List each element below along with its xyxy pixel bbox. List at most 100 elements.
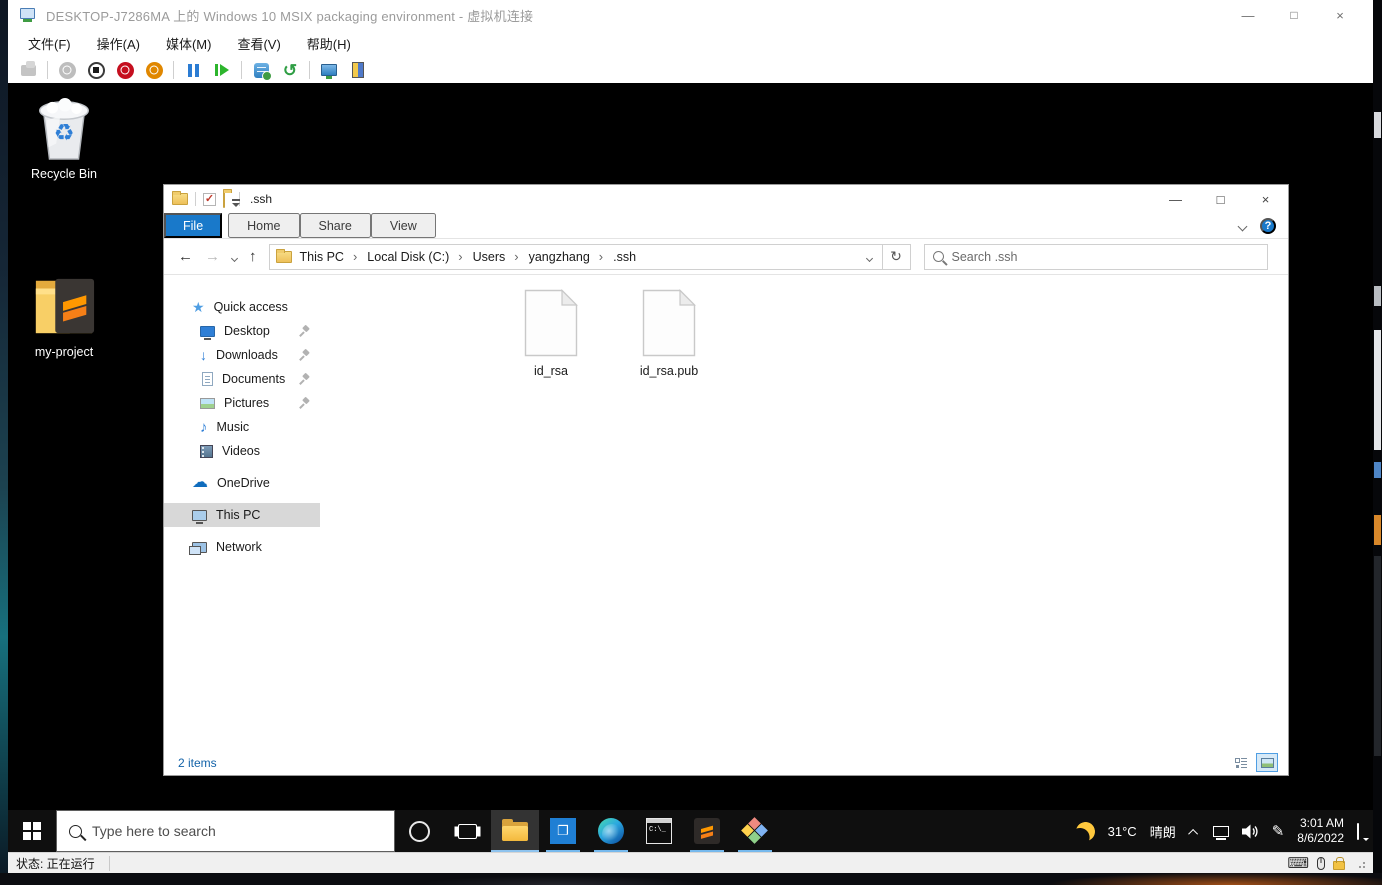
address-bar[interactable]: This PC Local Disk (C:) Users yangzhang … (269, 244, 883, 270)
vm-shutdown-button[interactable] (115, 60, 135, 80)
vm-maximize-button[interactable]: □ (1271, 2, 1317, 28)
sidebar-item-pictures[interactable]: Pictures (164, 391, 320, 415)
refresh-button[interactable]: ↻ (883, 244, 911, 270)
desktop-icon-label: my-project (35, 345, 93, 359)
vm-save-button[interactable] (144, 60, 164, 80)
taskbar-search-box[interactable] (56, 810, 395, 852)
toolbar-separator (47, 61, 48, 79)
sidebar-item-music[interactable]: ♪ Music (164, 415, 320, 439)
taskbar-search-input[interactable] (92, 823, 382, 839)
sidebar-item-videos[interactable]: Videos (164, 439, 320, 463)
file-icon (642, 289, 696, 357)
download-arrow-icon: ↓ (200, 348, 207, 362)
menu-help[interactable]: 帮助(H) (307, 34, 351, 53)
sidebar-item-downloads[interactable]: ↓ Downloads (164, 343, 320, 367)
file-icon (524, 289, 578, 357)
forward-button[interactable]: → (205, 249, 220, 264)
film-icon (200, 445, 213, 458)
task-view-button[interactable] (443, 810, 491, 852)
explorer-minimize-button[interactable]: — (1153, 185, 1198, 213)
document-icon (202, 372, 213, 386)
start-button[interactable] (8, 810, 56, 852)
edge-icon (598, 818, 624, 844)
vm-revert-button[interactable]: ↺ (280, 60, 300, 80)
explorer-close-button[interactable]: × (1243, 185, 1288, 213)
host-desktop-left-edge (0, 0, 8, 885)
vm-devices-button[interactable] (348, 60, 368, 80)
vm-close-button[interactable]: × (1317, 2, 1363, 28)
properties-button[interactable]: ✓ (203, 193, 216, 206)
network-tray-icon[interactable] (1213, 826, 1229, 837)
file-id-rsa[interactable]: id_rsa (503, 289, 599, 378)
breadcrumb-yangzhang[interactable]: yangzhang (525, 249, 608, 264)
weather-moon-icon[interactable] (1073, 819, 1097, 843)
menu-view[interactable]: 查看(V) (237, 34, 280, 53)
help-button[interactable]: ? (1260, 218, 1276, 234)
show-hidden-icons-button[interactable] (1189, 824, 1200, 839)
tab-home[interactable]: Home (228, 213, 299, 238)
ctrl-alt-del-button[interactable] (18, 60, 38, 80)
expand-ribbon-button[interactable] (1239, 218, 1246, 233)
desktop-icon-recycle-bin[interactable]: ♻ Recycle Bin (16, 93, 112, 181)
tray-weather[interactable]: 晴朗 (1150, 822, 1176, 841)
mouse-indicator-icon (1317, 857, 1325, 870)
action-center-button[interactable] (1357, 824, 1359, 839)
resize-grip[interactable] (1355, 858, 1365, 868)
vm-reset-button[interactable] (212, 60, 232, 80)
vm-turn-off-button[interactable] (86, 60, 106, 80)
tab-view[interactable]: View (371, 213, 436, 238)
vm-pause-button[interactable] (183, 60, 203, 80)
taskbar-app-tortoise-svn[interactable] (731, 810, 779, 852)
taskbar-app-sublime-text[interactable] (683, 810, 731, 852)
taskbar-app-edge[interactable] (587, 810, 635, 852)
taskbar-app-file-explorer[interactable] (491, 810, 539, 852)
breadcrumb-this-pc[interactable]: This PC (296, 249, 362, 264)
file-name: id_rsa (534, 364, 568, 378)
sidebar-item-desktop[interactable]: Desktop (164, 319, 320, 343)
tab-file[interactable]: File (164, 213, 222, 238)
sidebar-item-network[interactable]: Network (164, 535, 320, 559)
menu-action[interactable]: 操作(A) (97, 34, 140, 53)
vm-checkpoint-button[interactable] (251, 60, 271, 80)
chevron-down-icon (865, 255, 872, 262)
new-folder-button[interactable] (223, 192, 225, 207)
explorer-search-input[interactable] (952, 250, 1259, 264)
desktop-icon-my-project[interactable]: my-project (16, 269, 112, 359)
navigation-pane: ★ Quick access Desktop ↓ Downloads (164, 275, 322, 750)
breadcrumb-local-disk-c[interactable]: Local Disk (C:) (363, 249, 466, 264)
menu-media[interactable]: 媒体(M) (166, 34, 212, 53)
explorer-search-box[interactable] (924, 244, 1268, 270)
back-button[interactable]: ← (178, 249, 193, 264)
sidebar-item-this-pc[interactable]: This PC (164, 503, 320, 527)
chevron-down-icon (1238, 222, 1248, 232)
breadcrumb-ssh[interactable]: .ssh (609, 250, 640, 264)
vm-minimize-button[interactable]: — (1225, 2, 1271, 28)
file-id-rsa-pub[interactable]: id_rsa.pub (621, 289, 717, 378)
vm-start-button[interactable] (57, 60, 77, 80)
sidebar-item-onedrive[interactable]: ☁ OneDrive (164, 471, 320, 495)
item-count: 2 items (178, 756, 217, 770)
tab-share[interactable]: Share (300, 213, 371, 238)
sidebar-item-quick-access[interactable]: ★ Quick access (164, 295, 320, 319)
taskbar-app-command-prompt[interactable] (635, 810, 683, 852)
tray-date: 8/6/2022 (1297, 831, 1344, 846)
taskbar-app-msix-tool[interactable]: ❐ (539, 810, 587, 852)
details-view-button[interactable] (1230, 753, 1252, 772)
clock[interactable]: 3:01 AM 8/6/2022 (1297, 816, 1344, 846)
pen-workspace-icon[interactable]: ✎ (1272, 824, 1285, 839)
computer-icon (192, 510, 207, 521)
address-dropdown-button[interactable] (863, 249, 876, 264)
breadcrumb-users[interactable]: Users (469, 249, 523, 264)
tray-temperature[interactable]: 31°C (1108, 824, 1137, 839)
menu-file[interactable]: 文件(F) (28, 34, 71, 53)
host-desktop-right-edge (1373, 0, 1382, 873)
explorer-maximize-button[interactable]: □ (1198, 185, 1243, 213)
recent-locations-button[interactable] (232, 249, 237, 264)
volume-icon[interactable] (1242, 824, 1259, 839)
up-button[interactable]: ↑ (249, 249, 257, 264)
explorer-body: ★ Quick access Desktop ↓ Downloads (164, 275, 1288, 750)
cortana-button[interactable] (395, 810, 443, 852)
thumbnail-view-button[interactable] (1256, 753, 1278, 772)
vm-enhanced-session-button[interactable] (319, 60, 339, 80)
sidebar-item-documents[interactable]: Documents (164, 367, 320, 391)
